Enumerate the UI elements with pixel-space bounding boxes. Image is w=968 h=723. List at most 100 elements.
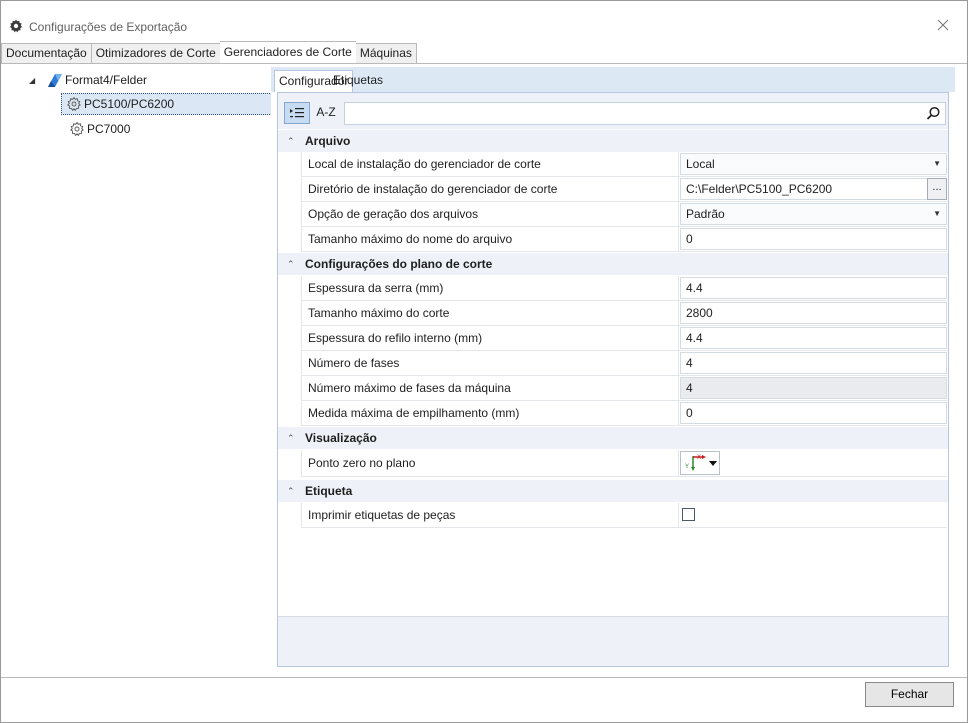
property-row-local-instalacao: Local de instalação do gerenciador de co… <box>301 152 947 177</box>
svg-text:Y: Y <box>685 464 689 470</box>
property-row-tamanho-nome: Tamanho máximo do nome do arquivo 0 <box>301 227 947 252</box>
property-grid: A-Z ⌃ Arquivo Local de instalação do ger… <box>277 92 949 667</box>
chevron-up-icon[interactable]: ⌃ <box>287 130 295 152</box>
search-input[interactable] <box>345 103 915 124</box>
medida-empilhamento-field[interactable]: 0 <box>680 402 947 424</box>
property-grid-toolbar: A-Z <box>278 93 948 129</box>
property-value-cell: 4 <box>680 376 947 400</box>
local-instalacao-dropdown[interactable]: Local ▼ <box>680 153 947 175</box>
tree-node-pc7000[interactable]: PC7000 <box>65 118 130 140</box>
property-row-imprimir-etiquetas: Imprimir etiquetas de peças <box>301 503 947 528</box>
tab-documentacao[interactable]: Documentação <box>1 43 92 63</box>
property-row-ponto-zero: Ponto zero no plano Y X <box>301 450 947 477</box>
format4-logo-icon <box>48 74 62 87</box>
property-row-espessura-refilo: Espessura do refilo interno (mm) 4.4 <box>301 326 947 351</box>
svg-text:X: X <box>697 455 701 461</box>
diretorio-field[interactable]: C:\Felder\PC5100_PC6200 <box>680 178 947 200</box>
numero-max-fases-field: 4 <box>680 377 947 399</box>
property-label: Opção de geração dos arquivos <box>301 202 679 226</box>
espessura-serra-field[interactable]: 4.4 <box>680 277 947 299</box>
opcao-geracao-dropdown[interactable]: Padrão ▼ <box>680 203 947 225</box>
property-label: Número máximo de fases da máquina <box>301 376 679 400</box>
property-value-cell: 2800 <box>680 301 947 325</box>
property-row-espessura-serra: Espessura da serra (mm) 4.4 <box>301 276 947 301</box>
gear-icon <box>70 122 84 136</box>
numero-fases-field[interactable]: 4 <box>680 352 947 374</box>
property-label: Diretório de instalação do gerenciador d… <box>301 177 679 201</box>
title-bar: Configurações de Exportação <box>1 1 967 41</box>
footer-divider <box>1 677 967 678</box>
section-plano-de-corte: ⌃ Configurações do plano de corte <box>278 253 948 275</box>
tree-node-label: PC5100/PC6200 <box>84 97 175 111</box>
field-value: C:\Felder\PC5100_PC6200 <box>686 182 833 196</box>
search-icon[interactable] <box>926 106 941 121</box>
section-etiqueta: ⌃ Etiqueta <box>278 480 948 502</box>
property-label: Local de instalação do gerenciador de co… <box>301 152 679 176</box>
property-value-cell: 4 <box>680 351 947 375</box>
search-field[interactable] <box>344 102 946 125</box>
section-arquivo: ⌃ Arquivo <box>278 130 948 152</box>
categorized-view-button[interactable] <box>284 102 310 124</box>
tree-node-pc5100-pc6200[interactable]: PC5100/PC6200 <box>61 93 272 115</box>
gear-icon <box>9 19 23 33</box>
tab-etiquetas[interactable]: Etiquetas <box>329 70 387 92</box>
chevron-up-icon[interactable]: ⌃ <box>287 427 295 449</box>
tab-maquinas[interactable]: Máquinas <box>354 43 417 63</box>
cut-manager-tree: ◢ Format4/Felder PC5100/PC6200 PC7000 <box>19 67 272 673</box>
property-row-diretorio: Diretório de instalação do gerenciador d… <box>301 177 947 202</box>
property-label: Imprimir etiquetas de peças <box>301 503 679 527</box>
description-panel <box>278 616 948 666</box>
tree-node-format4-felder[interactable]: ◢ Format4/Felder <box>29 69 147 91</box>
gear-icon <box>67 97 81 111</box>
property-row-tamanho-corte: Tamanho máximo do corte 2800 <box>301 301 947 326</box>
export-settings-window: Configurações de Exportação Documentação… <box>0 0 968 723</box>
property-value-cell: 0 <box>680 401 947 425</box>
espessura-refilo-field[interactable]: 4.4 <box>680 327 947 349</box>
property-label: Ponto zero no plano <box>301 450 679 476</box>
property-value-cell <box>680 503 947 527</box>
section-title: Etiqueta <box>305 484 353 498</box>
property-value-cell: Padrão ▼ <box>680 202 947 226</box>
property-row-numero-fases: Número de fases 4 <box>301 351 947 376</box>
section-title: Arquivo <box>305 134 351 148</box>
close-icon[interactable] <box>935 17 951 33</box>
section-title: Visualização <box>305 431 377 445</box>
expand-arrow-icon[interactable]: ◢ <box>29 76 39 85</box>
ponto-zero-dropdown[interactable]: Y X <box>680 451 720 475</box>
property-label: Tamanho máximo do corte <box>301 301 679 325</box>
property-row-opcao-geracao: Opção de geração dos arquivos Padrão ▼ <box>301 202 947 227</box>
property-label: Tamanho máximo do nome do arquivo <box>301 227 679 251</box>
close-button[interactable]: Fechar <box>865 682 954 707</box>
browse-button[interactable]: ... <box>927 178 947 200</box>
dropdown-value: Padrão <box>686 207 725 221</box>
tabs-divider <box>1 63 967 64</box>
property-value-cell: Y X <box>680 450 947 475</box>
sub-tabs: Configurador Etiquetas <box>271 67 955 92</box>
imprimir-etiquetas-checkbox[interactable] <box>682 508 695 521</box>
tamanho-nome-field[interactable]: 0 <box>680 228 947 250</box>
property-value-cell: Local ▼ <box>680 152 947 176</box>
dropdown-value: Local <box>686 157 715 171</box>
main-tabs: Documentação Otimizadores de Corte Geren… <box>1 41 967 64</box>
settings-panel: Configurador Etiquetas A-Z ⌃ Arquivo Loc… <box>271 67 955 673</box>
property-label: Espessura da serra (mm) <box>301 276 679 300</box>
dropdown-arrow-icon[interactable]: ▼ <box>933 154 941 174</box>
tab-otimizadores-de-corte[interactable]: Otimizadores de Corte <box>90 43 221 63</box>
tamanho-corte-field[interactable]: 2800 <box>680 302 947 324</box>
property-row-numero-max-fases: Número máximo de fases da máquina 4 <box>301 376 947 401</box>
chevron-up-icon[interactable]: ⌃ <box>287 253 295 275</box>
property-value-cell: 0 <box>680 227 947 251</box>
property-label: Medida máxima de empilhamento (mm) <box>301 401 679 425</box>
alphabetical-view-button[interactable]: A-Z <box>312 102 340 124</box>
tab-gerenciadores-de-corte[interactable]: Gerenciadores de Corte <box>219 41 356 63</box>
section-visualizacao: ⌃ Visualização <box>278 427 948 449</box>
categorized-icon <box>290 108 304 118</box>
property-value-cell: 4.4 <box>680 326 947 350</box>
chevron-up-icon[interactable]: ⌃ <box>287 480 295 502</box>
property-value-cell: 4.4 <box>680 276 947 300</box>
axis-origin-icon: Y X <box>685 455 717 471</box>
tree-node-label: PC7000 <box>87 122 131 136</box>
dropdown-arrow-icon[interactable]: ▼ <box>933 204 941 224</box>
property-value-cell: C:\Felder\PC5100_PC6200 ... <box>680 177 947 201</box>
section-title: Configurações do plano de corte <box>305 257 493 271</box>
